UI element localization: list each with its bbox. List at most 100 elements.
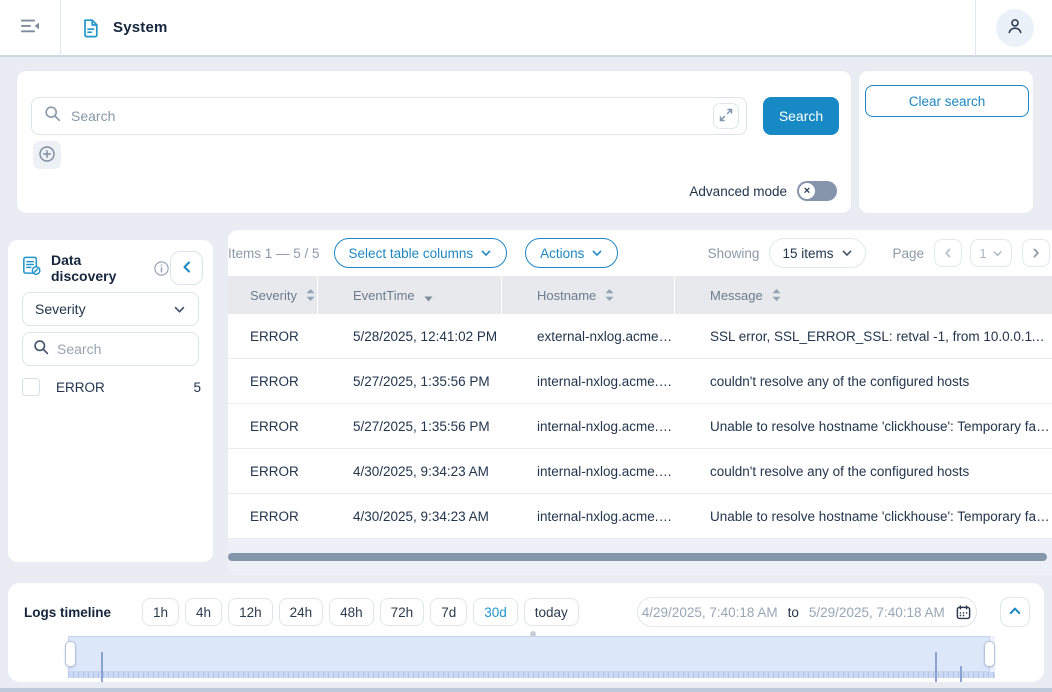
timeline-spike: [101, 652, 103, 682]
range-button-today[interactable]: today: [524, 598, 579, 626]
pagination-controls: Showing 15 items Page 1: [708, 238, 1052, 268]
search-icon: [44, 105, 61, 127]
chevron-down-icon: [841, 247, 853, 259]
cell-severity: ERROR: [228, 419, 318, 434]
range-button-72h[interactable]: 72h: [380, 598, 425, 626]
cell-hostname: internal-nxlog.acme.inc: [502, 464, 675, 479]
chevron-down-icon: [992, 248, 1003, 259]
table-row[interactable]: ERROR 5/27/2025, 1:35:56 PM internal-nxl…: [228, 404, 1052, 449]
facet-label: ERROR: [56, 380, 105, 395]
resize-dot-handle[interactable]: [530, 631, 536, 637]
table-toolbar: Items 1 — 5 / 5 Select table columns Act…: [228, 230, 1052, 276]
cell-eventtime: 5/28/2025, 12:41:02 PM: [318, 329, 502, 344]
expand-search-button[interactable]: [713, 103, 739, 129]
timeline-brush-selection[interactable]: [68, 636, 990, 672]
cell-hostname: internal-nxlog.acme.inc: [502, 374, 675, 389]
system-document-icon: [79, 16, 103, 40]
column-header-message[interactable]: Message: [675, 276, 1052, 314]
date-from-value: 4/29/2025, 7:40:18 AM: [642, 605, 778, 620]
horizontal-scrollbar[interactable]: [228, 553, 1047, 561]
cell-hostname: external-nxlog.acme.inc: [502, 329, 675, 344]
sort-desc-icon[interactable]: [424, 296, 433, 302]
page-number-dropdown[interactable]: 1: [970, 239, 1012, 267]
collapse-sidebar-button[interactable]: [170, 251, 203, 285]
column-header-severity[interactable]: Severity: [228, 276, 318, 314]
brush-handle-right[interactable]: [984, 641, 995, 667]
cell-hostname: internal-nxlog.acme.inc: [502, 419, 675, 434]
brush-handle-left[interactable]: [65, 641, 76, 667]
top-header: System: [0, 0, 1052, 57]
table-row[interactable]: ERROR 5/28/2025, 12:41:02 PM external-nx…: [228, 314, 1052, 359]
search-button[interactable]: Search: [763, 97, 839, 135]
column-label: Severity: [250, 288, 297, 303]
range-button-48h[interactable]: 48h: [329, 598, 374, 626]
chevron-down-icon: [480, 247, 492, 259]
chevron-up-icon: [1008, 604, 1022, 621]
user-avatar-button[interactable]: [996, 9, 1034, 47]
cell-severity: ERROR: [228, 329, 318, 344]
data-discovery-header: Data discovery: [8, 240, 213, 285]
sort-both-icon[interactable]: [772, 288, 781, 302]
date-to-value: 5/29/2025, 7:40:18 AM: [809, 605, 945, 620]
actions-button[interactable]: Actions: [525, 238, 618, 268]
timeline-controls: Logs timeline 1h 4h 12h 24h 48h 72h 7d 3…: [8, 595, 1044, 629]
advanced-mode-toggle[interactable]: ×: [797, 181, 837, 201]
field-selector-dropdown[interactable]: Severity: [22, 292, 199, 326]
column-label: EventTime: [353, 288, 415, 303]
date-range-picker[interactable]: 4/29/2025, 7:40:18 AM to 5/29/2025, 7:40…: [637, 597, 977, 627]
chevron-down-icon: [173, 303, 186, 316]
cell-message: couldn't resolve any of the configured h…: [675, 374, 1052, 389]
facet-count: 5: [193, 380, 201, 395]
add-search-condition-button[interactable]: [33, 141, 61, 169]
cell-hostname: internal-nxlog.acme.inc: [502, 509, 675, 524]
column-header-hostname[interactable]: Hostname: [502, 276, 675, 314]
page-size-dropdown[interactable]: 15 items: [769, 238, 866, 268]
cell-severity: ERROR: [228, 464, 318, 479]
range-button-30d[interactable]: 30d: [473, 598, 518, 626]
cell-severity: ERROR: [228, 509, 318, 524]
info-icon[interactable]: [153, 260, 170, 277]
sort-both-icon[interactable]: [306, 288, 315, 302]
previous-page-button[interactable]: [934, 239, 962, 267]
sidebar-toggle-button[interactable]: [15, 13, 45, 43]
calendar-icon: [955, 604, 972, 621]
field-selector-value: Severity: [35, 301, 86, 317]
table-row[interactable]: ERROR 5/27/2025, 1:35:56 PM internal-nxl…: [228, 359, 1052, 404]
search-input[interactable]: [71, 108, 713, 124]
table-row[interactable]: ERROR 4/30/2025, 9:34:23 AM internal-nxl…: [228, 494, 1052, 539]
collapse-timeline-button[interactable]: [1000, 597, 1030, 627]
header-divider-right: [975, 0, 976, 56]
cell-message: Unable to resolve hostname 'clickhouse':…: [675, 419, 1052, 434]
page-title: System: [113, 19, 168, 36]
header-right: [975, 0, 1052, 56]
range-button-1h[interactable]: 1h: [142, 598, 179, 626]
table-header-row: Severity EventTime Hostname Message: [228, 276, 1052, 314]
clear-search-button[interactable]: Clear search: [865, 85, 1029, 117]
chevron-right-icon: [1030, 247, 1042, 259]
range-button-4h[interactable]: 4h: [185, 598, 222, 626]
header-divider-left: [60, 0, 61, 56]
table-row[interactable]: ERROR 4/30/2025, 9:34:23 AM internal-nxl…: [228, 449, 1052, 494]
bottom-edge-strip: [0, 688, 1052, 692]
chevron-left-icon: [180, 260, 194, 277]
select-table-columns-button[interactable]: Select table columns: [334, 238, 508, 268]
date-to-label: to: [788, 605, 799, 620]
facet-search-container: [22, 332, 199, 366]
facet-search-input[interactable]: [57, 341, 188, 357]
facet-checkbox[interactable]: [22, 378, 40, 396]
facet-row-error[interactable]: ERROR 5: [22, 378, 201, 396]
logs-timeline-panel: Logs timeline 1h 4h 12h 24h 48h 72h 7d 3…: [8, 583, 1044, 682]
search-icon: [33, 339, 49, 360]
range-button-24h[interactable]: 24h: [279, 598, 324, 626]
logs-table-panel: Items 1 — 5 / 5 Select table columns Act…: [228, 230, 1052, 575]
timeline-spikes: [69, 646, 989, 676]
menu-collapse-icon: [18, 14, 42, 41]
cell-message: couldn't resolve any of the configured h…: [675, 464, 1052, 479]
cell-severity: ERROR: [228, 374, 318, 389]
range-button-7d[interactable]: 7d: [430, 598, 467, 626]
page-size-value: 15 items: [782, 246, 833, 261]
next-page-button[interactable]: [1022, 239, 1050, 267]
column-header-eventtime[interactable]: EventTime: [318, 276, 502, 314]
sort-both-icon[interactable]: [605, 288, 614, 302]
range-button-12h[interactable]: 12h: [228, 598, 273, 626]
